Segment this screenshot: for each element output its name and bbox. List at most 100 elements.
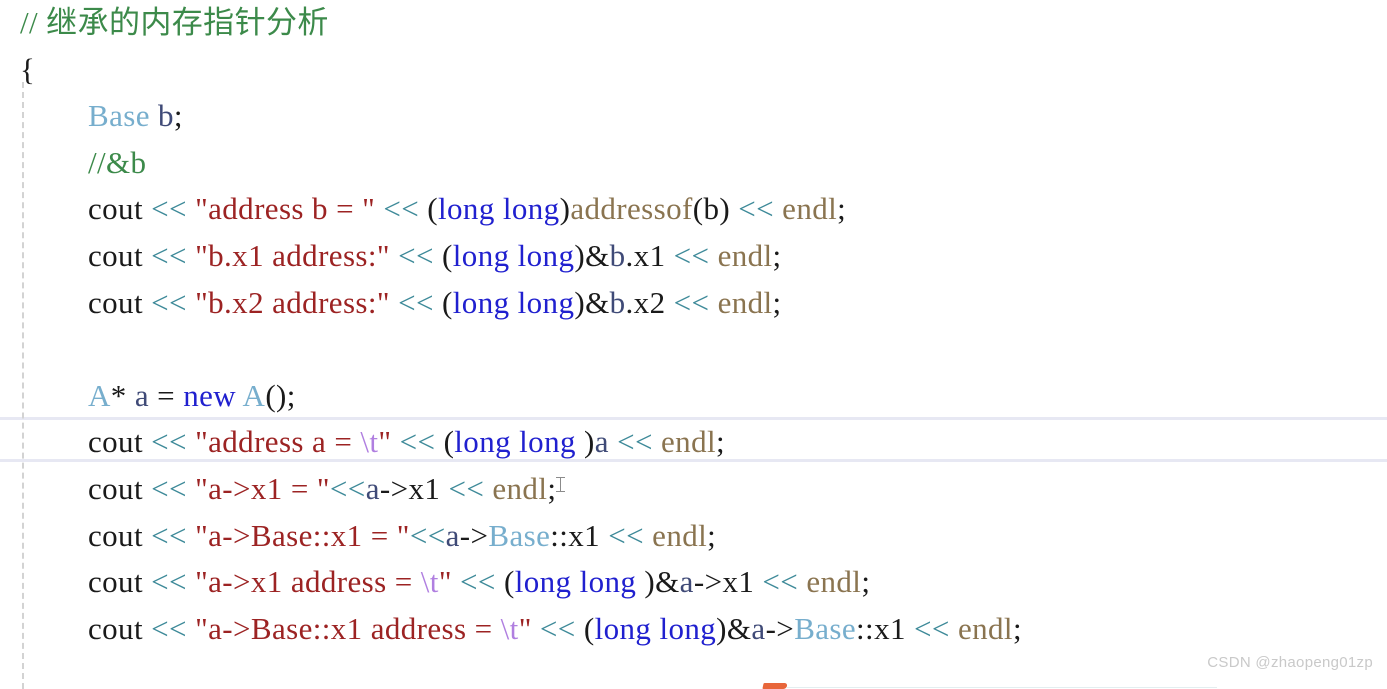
token-operator: << (151, 191, 187, 227)
token-operator: << (762, 564, 799, 600)
code-line[interactable]: cout << "b.x2 address:" << (long long)&b… (0, 280, 1387, 327)
token-operator: << (914, 610, 950, 646)
token-plain: = (149, 377, 184, 413)
code-editor[interactable]: // 继承的内存指针分析{Base b;//&b cout << "address… (0, 0, 1387, 689)
code-line[interactable]: cout << "a->Base::x1 = "<<a->Base::x1 <<… (0, 513, 1387, 560)
token-plain: cout (88, 517, 152, 553)
token-stream: endl (652, 517, 708, 553)
token-stream: endl (782, 191, 838, 227)
token-string: "address a = (195, 424, 361, 460)
token-stream: endl (717, 284, 773, 320)
code-line[interactable]: cout << "address a = \t" << (long long )… (0, 419, 1387, 466)
token-string: " (518, 610, 532, 646)
token-punct: ; (772, 237, 782, 273)
token-stream: endl (492, 470, 548, 506)
token-plain: * (110, 377, 135, 413)
clipped-next-line-fragment (762, 683, 788, 689)
token-plain: .x1 (625, 237, 674, 273)
token-operator: << (329, 470, 366, 506)
code-content[interactable]: // 继承的内存指针分析{Base b;//&b cout << "address… (0, 0, 1387, 652)
token-escape: \t (360, 424, 379, 460)
token-plain: )& (574, 284, 610, 320)
token-stream: endl (717, 237, 773, 273)
token-stream: endl (661, 424, 716, 460)
token-operator: << (151, 284, 187, 320)
token-plain: )& (716, 610, 752, 646)
token-punct: ; (1012, 610, 1022, 646)
token-var: a (679, 564, 694, 600)
token-keyword: long long (594, 610, 717, 646)
clipped-next-line-rule (787, 687, 1217, 688)
token-plain: (b) (692, 191, 739, 227)
token-type: A (88, 377, 111, 413)
token-plain: cout (88, 237, 152, 273)
token-punct: ; (286, 377, 296, 413)
code-line[interactable]: cout << "address b = " << (long long)add… (0, 186, 1387, 233)
token-plain: ( (495, 564, 515, 600)
token-plain: () (265, 377, 287, 413)
code-line[interactable]: A* a = new A(); (0, 373, 1387, 420)
token-punct: ; (772, 284, 782, 320)
code-line[interactable]: { (0, 47, 1387, 94)
token-plain: ( (435, 424, 455, 460)
token-plain: ( (433, 284, 453, 320)
token-escape: \t (420, 564, 439, 600)
token-operator: << (448, 470, 485, 506)
token-keyword: long long (438, 191, 560, 227)
token-operator: << (673, 284, 710, 320)
token-string: "a->Base::x1 = " (195, 517, 410, 553)
token-punct: ; (707, 517, 717, 553)
code-line[interactable]: cout << "a->Base::x1 address = \t" << (l… (0, 606, 1387, 653)
token-operator: << (151, 470, 187, 506)
token-escape: \t (500, 610, 519, 646)
token-var: a (134, 377, 150, 413)
token-operator: << (738, 191, 774, 227)
token-plain: ::x1 (856, 610, 915, 646)
code-line[interactable]: //&b (0, 140, 1387, 187)
token-operator: << (460, 564, 496, 600)
token-plain: cout (88, 284, 152, 320)
token-operator: << (608, 517, 644, 553)
code-line[interactable]: cout << "b.x1 address:" << (long long)&b… (0, 233, 1387, 280)
code-line[interactable]: cout << "a->x1 = "<<a->x1 << endl; (0, 466, 1387, 513)
token-punct: ; (547, 470, 557, 506)
token-type: Base (88, 98, 150, 134)
token-plain: ->x1 (379, 470, 449, 506)
token-operator: << (151, 610, 187, 646)
token-string: " (438, 564, 452, 600)
token-operator: << (383, 191, 420, 227)
token-punct: { (20, 51, 36, 87)
token-punct: ; (861, 564, 871, 600)
token-plain: )& (636, 564, 680, 600)
token-plain: cout (88, 610, 152, 646)
token-string: "a->x1 = " (195, 470, 330, 506)
code-line[interactable]: Base b; (0, 93, 1387, 140)
token-operator: << (398, 284, 434, 320)
code-line[interactable] (0, 326, 1387, 373)
code-line[interactable]: // 继承的内存指针分析 (0, 0, 1387, 47)
token-var: a (594, 424, 609, 460)
token-plain: ( (575, 610, 595, 646)
token-operator: << (617, 424, 653, 460)
code-line[interactable]: cout << "a->x1 address = \t" << (long lo… (0, 559, 1387, 606)
token-keyword: long long (452, 284, 575, 320)
token-stream: endl (806, 564, 862, 600)
token-plain: ->x1 (693, 564, 763, 600)
token-string: "a->x1 address = (195, 564, 421, 600)
token-string: "b.x2 address:" (195, 284, 390, 320)
token-plain: cout (88, 191, 152, 227)
token-plain: ) (575, 424, 595, 460)
